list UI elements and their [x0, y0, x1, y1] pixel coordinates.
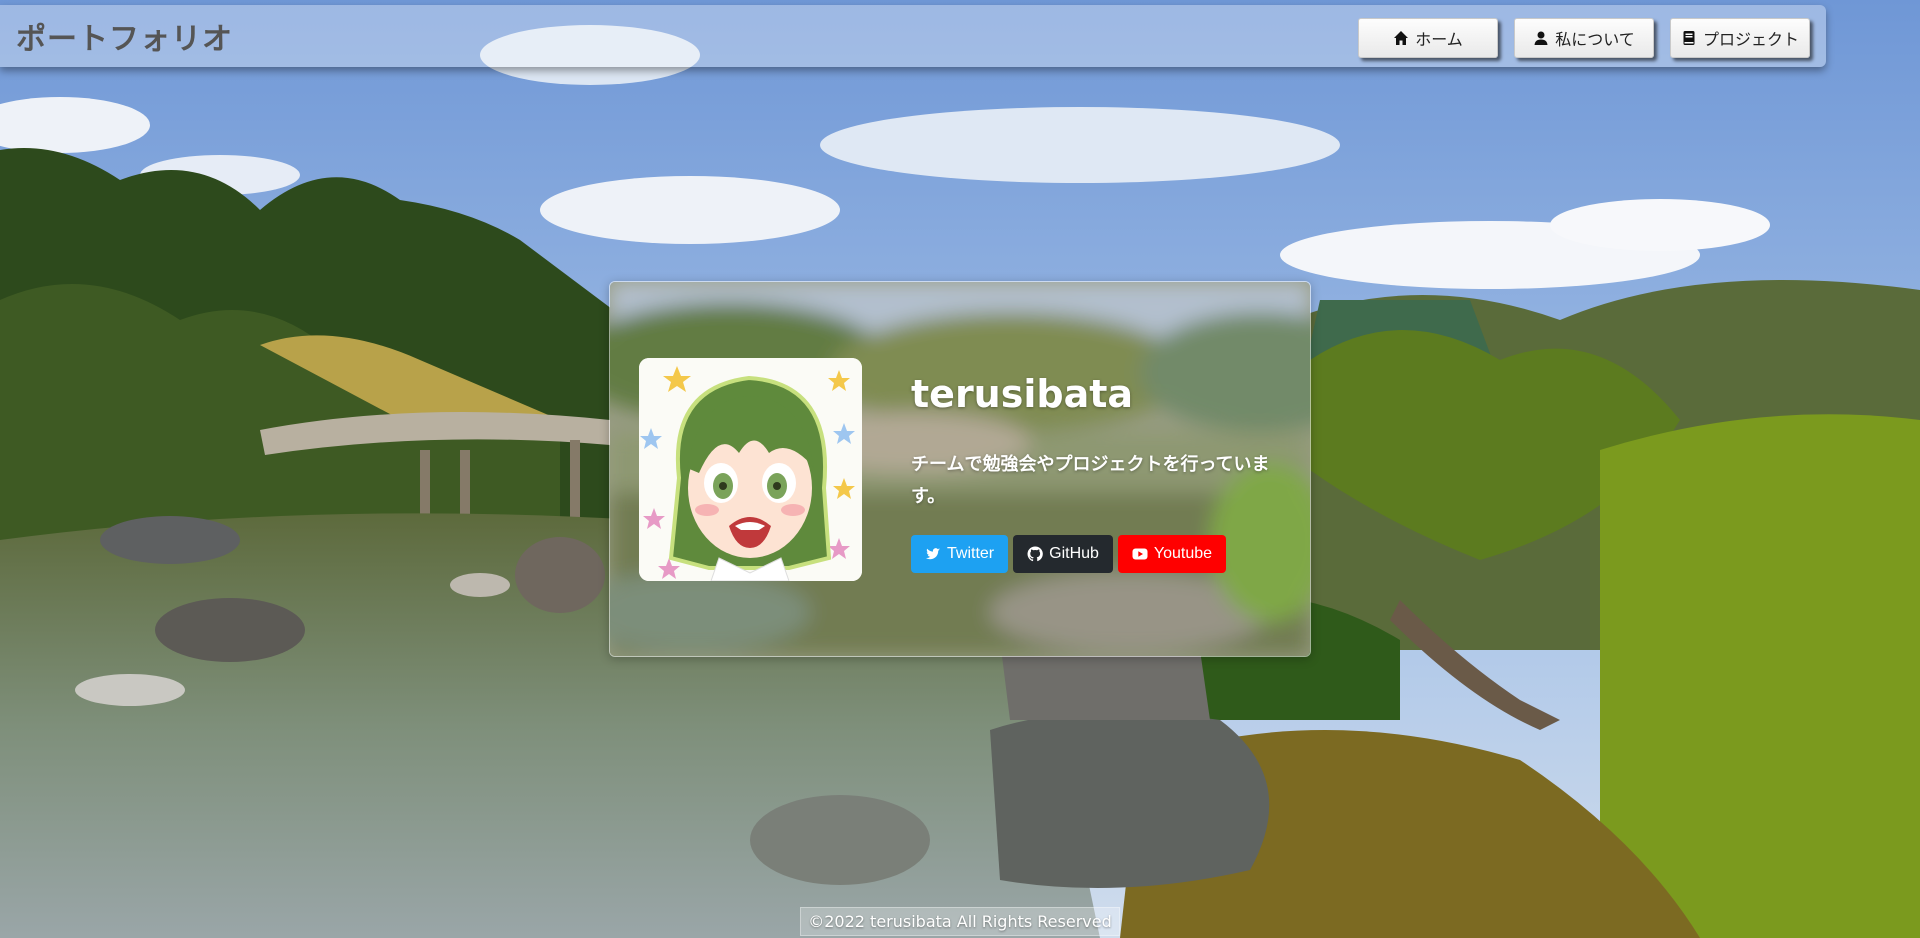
book-icon: [1683, 31, 1695, 45]
twitter-button[interactable]: Twitter: [911, 535, 1009, 573]
social-links: Twitter GitHub Youtube: [911, 535, 1227, 573]
site-title[interactable]: ポートフォリオ: [16, 14, 233, 58]
github-label: GitHub: [1049, 545, 1099, 562]
nav-home-button[interactable]: ホーム: [1358, 18, 1498, 58]
profile-card: terusibata チームで勉強会やプロジェクトを行っています。 Twitte…: [609, 281, 1311, 657]
nav-projects-label: プロジェクト: [1702, 30, 1799, 49]
profile-name: terusibata: [911, 372, 1134, 416]
footer-copyright: ©2022 terusibata All Rights Reserved: [800, 907, 1120, 936]
profile-avatar: [639, 358, 862, 581]
youtube-button[interactable]: Youtube: [1117, 535, 1227, 573]
youtube-icon: [1132, 548, 1148, 560]
nav-about-label: 私について: [1555, 30, 1635, 49]
anime-avatar-icon: [639, 358, 862, 581]
github-button[interactable]: GitHub: [1013, 535, 1113, 573]
nav-home-label: ホーム: [1415, 30, 1463, 49]
home-icon: [1394, 31, 1409, 45]
nav-projects-button[interactable]: プロジェクト: [1670, 18, 1810, 58]
github-icon: [1027, 546, 1043, 562]
twitter-label: Twitter: [947, 545, 995, 562]
profile-bio: チームで勉強会やプロジェクトを行っています。: [911, 454, 1270, 507]
nav-about-button[interactable]: 私について: [1514, 18, 1654, 58]
twitter-icon: [926, 548, 940, 560]
user-icon: [1534, 31, 1548, 45]
top-navbar: ポートフォリオ ホーム 私について プロジェクト: [0, 5, 1826, 67]
youtube-label: Youtube: [1153, 545, 1213, 562]
